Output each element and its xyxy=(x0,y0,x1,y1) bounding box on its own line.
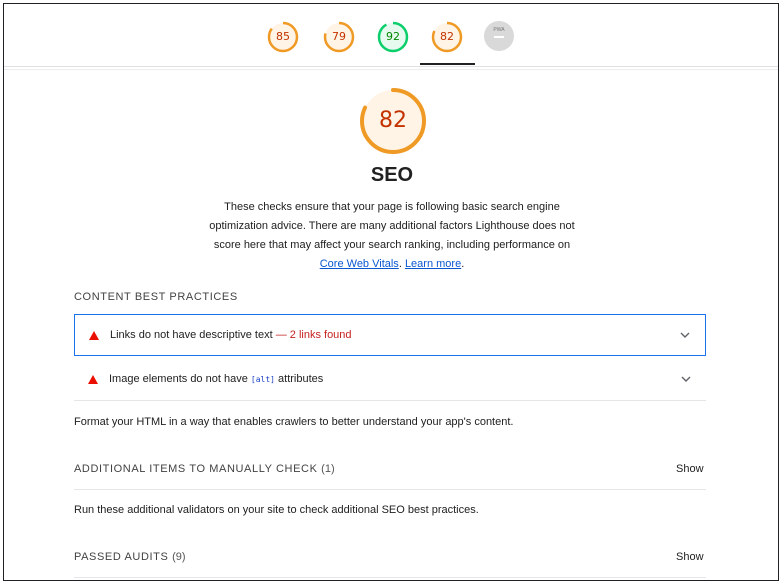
fail-triangle-icon xyxy=(88,375,98,384)
gauge-score: 79 xyxy=(332,30,346,43)
show-passed-button[interactable]: Show xyxy=(676,551,704,563)
group-description: Format your HTML in a way that enables c… xyxy=(74,416,514,428)
audit-code: [alt] xyxy=(250,375,275,384)
audit-image-alt[interactable]: Image elements do not have [alt] attribu… xyxy=(74,359,706,401)
gauge-score: 82 xyxy=(440,30,454,43)
group-title-passed[interactable]: PASSED AUDITS (9) xyxy=(74,551,186,563)
divider xyxy=(4,66,778,67)
gauge-score: 85 xyxy=(276,30,290,43)
gauge-performance[interactable]: 85 xyxy=(266,20,300,54)
chevron-down-icon[interactable] xyxy=(680,373,692,385)
audit-title-before: Image elements do not have xyxy=(109,373,251,385)
score-gauge-bar: 85 79 92 82 PWA xyxy=(4,4,778,65)
fail-triangle-icon xyxy=(89,331,99,340)
gauge-accessibility[interactable]: 79 xyxy=(322,20,356,54)
lighthouse-report: 85 79 92 82 PWA 82 SEO These checks ensu… xyxy=(3,3,779,581)
pwa-label: PWA xyxy=(493,27,505,33)
passed-count: (9) xyxy=(172,551,186,563)
suffix: . xyxy=(461,258,465,270)
manual-title: ADDITIONAL ITEMS TO MANUALLY CHECK xyxy=(74,463,318,475)
category-title: SEO xyxy=(370,164,414,186)
audit-label: Links do not have descriptive text — 2 l… xyxy=(110,329,352,341)
manual-count: (1) xyxy=(321,463,335,475)
gauge-best-practices[interactable]: 92 xyxy=(376,20,410,54)
gauge-pwa[interactable]: PWA xyxy=(484,21,514,51)
category-score: 82 xyxy=(379,108,407,133)
audit-title-after: attributes xyxy=(274,373,324,385)
group-title-content-best-practices: CONTENT BEST PRACTICES xyxy=(74,291,238,303)
gauge-score: 92 xyxy=(386,30,400,43)
category-description: These checks ensure that your page is fo… xyxy=(209,198,575,274)
active-tab-indicator xyxy=(420,63,475,65)
dash-icon xyxy=(494,36,504,38)
gauge-seo[interactable]: 82 xyxy=(430,20,464,54)
description-text: These checks ensure that your page is fo… xyxy=(209,201,575,251)
learn-more-link[interactable]: Learn more xyxy=(405,258,461,270)
audit-link-text[interactable]: Links do not have descriptive text — 2 l… xyxy=(74,314,706,356)
passed-title: PASSED AUDITS xyxy=(74,551,169,563)
audit-label: Image elements do not have [alt] attribu… xyxy=(109,373,323,385)
row-divider xyxy=(74,400,706,401)
category-score-gauge: 82 xyxy=(358,86,428,156)
audit-detail: — 2 links found xyxy=(275,329,352,341)
divider xyxy=(4,69,778,70)
chevron-down-icon[interactable] xyxy=(679,329,691,341)
row-divider xyxy=(74,489,706,490)
row-divider xyxy=(74,577,706,578)
show-manual-button[interactable]: Show xyxy=(676,463,704,475)
group-title-manual[interactable]: ADDITIONAL ITEMS TO MANUALLY CHECK (1) xyxy=(74,463,335,475)
core-web-vitals-link[interactable]: Core Web Vitals xyxy=(320,258,399,270)
audit-title: Links do not have descriptive text xyxy=(110,329,273,341)
manual-description: Run these additional validators on your … xyxy=(74,504,479,516)
